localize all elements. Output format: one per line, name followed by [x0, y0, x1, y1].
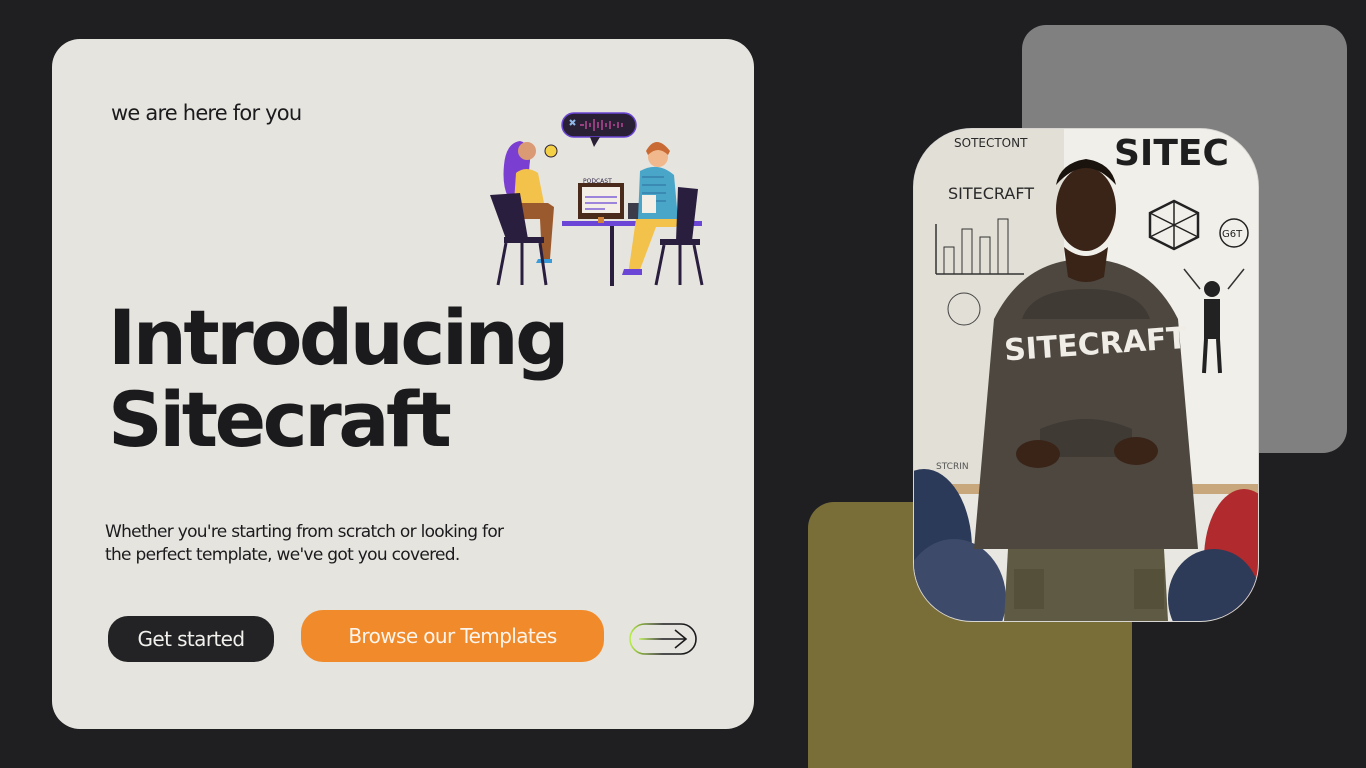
- podcast-illustration: PODCAST: [482, 111, 706, 286]
- board-footer-text: STCRIN: [936, 462, 969, 472]
- board-label-text: SITECRAFT: [948, 184, 1034, 203]
- hero-title-line-2: Sitecraft: [108, 375, 452, 464]
- hero-card: we are here for you PODCAST Introducing …: [52, 39, 754, 729]
- arrow-right-icon: [629, 623, 697, 655]
- hero-title: Introducing Sitecraft: [108, 293, 570, 464]
- podcast-recording-icon: PODCAST: [490, 112, 704, 286]
- illustration-screen-label: PODCAST: [583, 178, 612, 185]
- browse-templates-button[interactable]: Browse our Templates: [301, 610, 604, 662]
- board-tag-text: G6T: [1222, 229, 1243, 240]
- hero-title-line-1: Introducing: [108, 293, 570, 382]
- board-heading-text: SITEC: [1114, 133, 1229, 174]
- presenter-photo: SITEC SOTECTONT SITECRAFT G6T STCRIN SIT…: [914, 129, 1258, 621]
- get-started-button[interactable]: Get started: [108, 616, 274, 662]
- hero-description: Whether you're starting from scratch or …: [105, 522, 504, 565]
- hero-tagline: we are here for you: [111, 101, 302, 125]
- next-arrow-button[interactable]: [629, 622, 697, 656]
- board-note-text: SOTECTONT: [954, 136, 1028, 150]
- landing-page: we are here for you PODCAST Introducing …: [0, 0, 1366, 768]
